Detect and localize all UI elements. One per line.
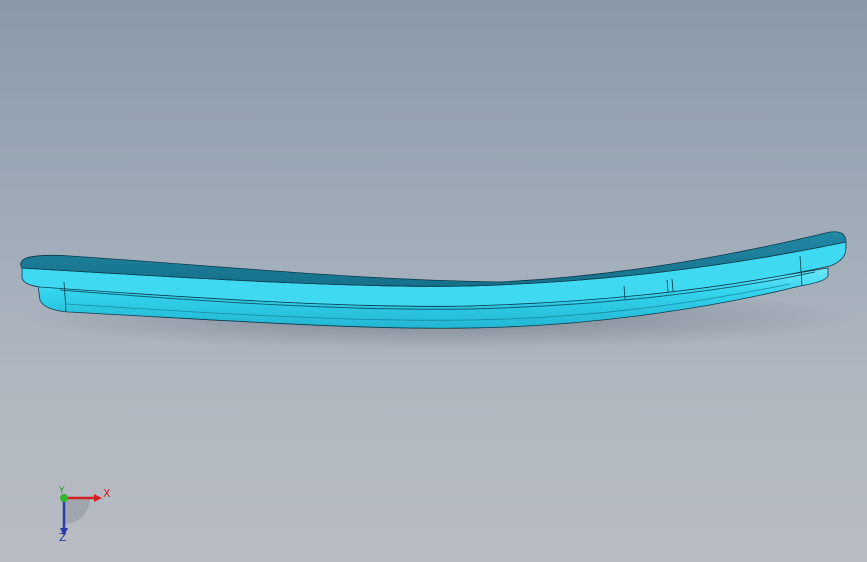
graphics-viewport[interactable]: X Y Z: [0, 0, 867, 562]
triad-shade: [64, 498, 90, 524]
x-axis-label: X: [103, 487, 111, 500]
y-axis-label: Y: [59, 486, 65, 496]
view-triad: X Y Z: [40, 478, 120, 548]
curved-bar-model[interactable]: [0, 0, 867, 562]
x-axis-head: [94, 494, 102, 502]
z-axis-label: Z: [59, 531, 67, 544]
